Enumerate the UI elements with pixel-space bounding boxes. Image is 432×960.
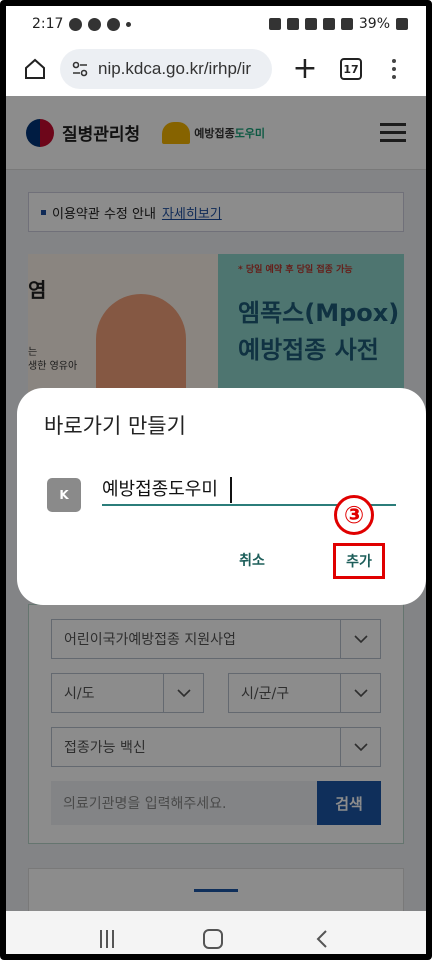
overflow-menu-button[interactable] <box>390 59 398 79</box>
notification-icon <box>69 17 83 31</box>
tab-switcher-button[interactable]: 17 <box>340 58 362 80</box>
step-three-marker: ③ <box>334 495 374 535</box>
new-tab-button[interactable]: + <box>290 54 320 84</box>
battery-level: 39% <box>358 16 390 32</box>
menu-dot-icon <box>392 59 396 63</box>
recent-apps-icon <box>112 929 115 948</box>
address-bar[interactable]: nip.kdca.go.kr/irhp/ir <box>60 49 272 89</box>
cancel-button[interactable]: 취소 <box>222 546 282 574</box>
system-home-button[interactable] <box>202 928 223 949</box>
back-chevron-icon <box>316 929 327 948</box>
add-button[interactable]: 추가 <box>333 543 385 579</box>
url-text: nip.kdca.go.kr/irhp/ir <box>98 59 252 78</box>
home-button[interactable] <box>18 52 52 86</box>
more-notifications-icon <box>126 21 132 27</box>
bluetooth-icon <box>286 18 299 30</box>
recent-apps-button[interactable] <box>100 929 115 948</box>
wifi-icon <box>322 18 335 30</box>
menu-dot-icon <box>392 67 396 71</box>
menu-dot-icon <box>392 75 396 79</box>
dialog-title: 바로가기 만들기 <box>44 414 186 438</box>
phone-screen: 2:17 39% nip.kdca.go.kr/irhp/ir + 17 질병관… <box>0 0 432 960</box>
recent-apps-icon <box>106 929 109 948</box>
browser-toolbar: nip.kdca.go.kr/irhp/ir + 17 <box>6 42 426 96</box>
status-left: 2:17 <box>32 16 132 32</box>
add-shortcut-dialog: 바로가기 만들기 K ③ 취소 추가 <box>17 388 426 605</box>
recent-apps-icon <box>100 929 103 948</box>
alarm-icon <box>268 18 281 30</box>
system-back-button[interactable] <box>312 929 332 949</box>
mute-icon <box>304 18 317 30</box>
chat-icon <box>88 17 102 31</box>
battery-icon <box>396 18 408 30</box>
shortcut-app-icon: K <box>47 478 81 512</box>
system-nav-bar <box>6 911 426 954</box>
facebook-icon <box>107 17 121 31</box>
status-bar: 2:17 39% <box>6 6 426 42</box>
signal-icon <box>340 18 353 30</box>
status-right: 39% <box>268 16 408 32</box>
home-icon <box>25 58 45 79</box>
status-time: 2:17 <box>32 16 64 32</box>
site-settings-icon[interactable] <box>70 59 90 79</box>
text-cursor <box>230 477 232 503</box>
